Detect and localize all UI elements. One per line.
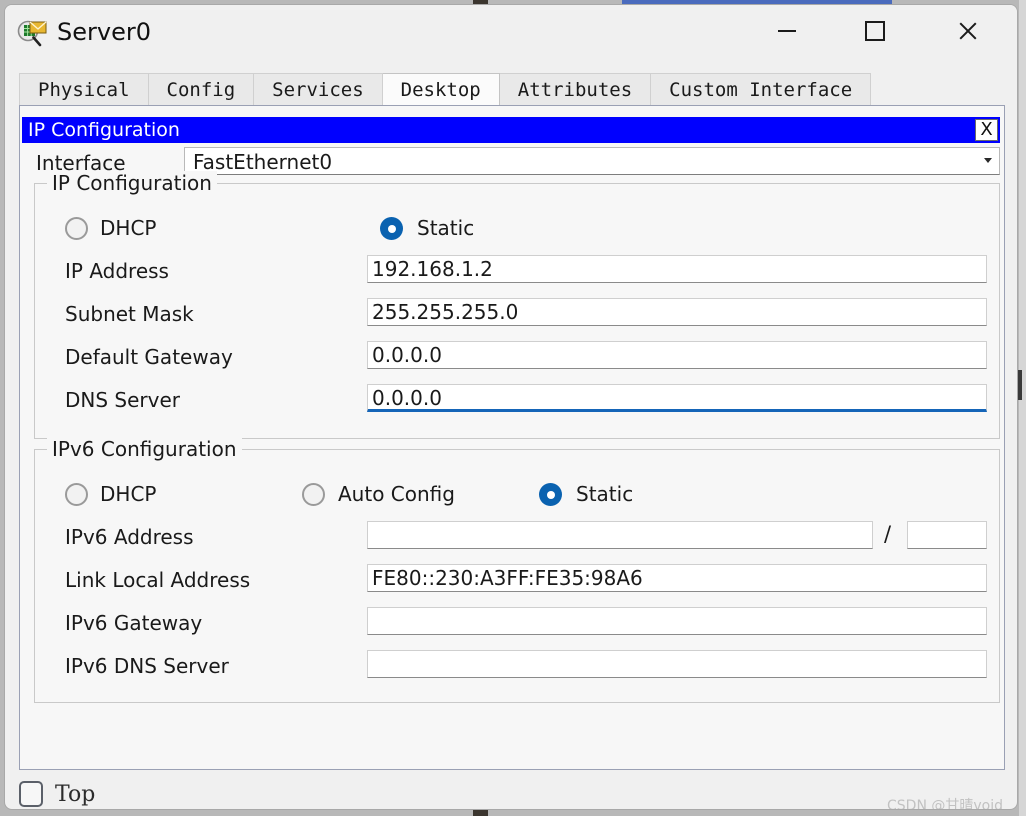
ipv6-address-input[interactable] <box>367 521 873 549</box>
ip-address-label: IP Address <box>65 259 169 283</box>
ipv4-static-radio[interactable] <box>380 217 403 240</box>
ipv6-dns-server-label: IPv6 DNS Server <box>65 654 229 678</box>
ipv6-static-radio[interactable] <box>539 483 562 506</box>
ipv6-group-legend: IPv6 Configuration <box>47 437 242 461</box>
default-gateway-label: Default Gateway <box>65 345 233 369</box>
tab-config[interactable]: Config <box>148 73 255 105</box>
chevron-down-icon <box>984 158 992 163</box>
ipv6-auto-config-label: Auto Config <box>338 482 455 506</box>
dialog-titlebar: IP Configuration X <box>22 117 1000 143</box>
ipv4-static-label: Static <box>417 216 475 240</box>
minimize-button[interactable] <box>743 5 831 57</box>
minimize-icon <box>778 30 796 32</box>
ipv6-dhcp-radio[interactable] <box>65 483 88 506</box>
close-icon <box>957 21 977 41</box>
tab-attributes[interactable]: Attributes <box>499 73 652 105</box>
ipv6-auto-config-radio[interactable] <box>302 483 325 506</box>
subnet-mask-value: 255.255.255.0 <box>372 300 519 324</box>
window-title: Server0 <box>57 18 151 46</box>
link-local-address-value: FE80::230:A3FF:FE35:98A6 <box>372 566 643 590</box>
default-gateway-value: 0.0.0.0 <box>372 343 442 367</box>
ipv4-dhcp-radio[interactable] <box>65 217 88 240</box>
maximize-button[interactable] <box>831 5 919 57</box>
dialog-close-button[interactable]: X <box>975 119 998 141</box>
background-right-rail <box>1019 0 1026 816</box>
ipv6-gateway-input[interactable] <box>367 607 987 635</box>
ipv4-dhcp-label: DHCP <box>100 216 157 240</box>
desktop-panel: IP Configuration X Interface FastEtherne… <box>19 105 1005 770</box>
dns-server-label: DNS Server <box>65 388 180 412</box>
ipv6-address-label: IPv6 Address <box>65 525 194 549</box>
link-local-address-label: Link Local Address <box>65 568 251 592</box>
dns-server-input[interactable]: 0.0.0.0 <box>367 384 987 412</box>
tab-custom-interface[interactable]: Custom Interface <box>651 73 872 105</box>
close-button[interactable] <box>923 5 1011 57</box>
application-window: Server0 Physical Config Services Desktop… <box>4 4 1018 810</box>
ipv6-gateway-label: IPv6 Gateway <box>65 611 203 635</box>
tab-physical[interactable]: Physical <box>19 73 149 105</box>
tab-services[interactable]: Services <box>254 73 383 105</box>
maximize-icon <box>865 21 885 41</box>
dialog-title: IP Configuration <box>28 119 180 141</box>
server-magnifier-icon <box>17 19 49 49</box>
dns-server-value: 0.0.0.0 <box>372 386 442 410</box>
tab-bar: Physical Config Services Desktop Attribu… <box>19 73 872 105</box>
prefix-separator: / <box>884 522 892 546</box>
subnet-mask-input[interactable]: 255.255.255.0 <box>367 298 987 326</box>
default-gateway-input[interactable]: 0.0.0.0 <box>367 341 987 369</box>
link-local-address-input[interactable]: FE80::230:A3FF:FE35:98A6 <box>367 564 987 592</box>
top-checkbox-label: Top <box>55 782 96 807</box>
ipv6-static-label: Static <box>576 482 634 506</box>
watermark-text: CSDN @甘晴void <box>887 798 1003 810</box>
subnet-mask-label: Subnet Mask <box>65 302 194 326</box>
ipv4-group-legend: IP Configuration <box>47 171 217 195</box>
ipv6-configuration-group: IPv6 Configuration DHCP Auto Config Stat… <box>34 437 1000 703</box>
window-titlebar: Server0 <box>5 5 1017 61</box>
ipv6-dns-server-input[interactable] <box>367 650 987 678</box>
ip-configuration-dialog: IP Configuration X Interface FastEtherne… <box>20 106 1004 746</box>
tab-desktop[interactable]: Desktop <box>382 73 500 105</box>
top-checkbox[interactable] <box>19 781 43 807</box>
ipv6-dhcp-label: DHCP <box>100 482 157 506</box>
ip-address-value: 192.168.1.2 <box>372 257 493 281</box>
ip-address-input[interactable]: 192.168.1.2 <box>367 255 987 283</box>
ipv4-configuration-group: IP Configuration DHCP Static IP Address … <box>34 171 1000 439</box>
interface-dropdown[interactable]: FastEthernet0 <box>184 147 1000 175</box>
ipv6-prefix-input[interactable] <box>907 521 987 549</box>
